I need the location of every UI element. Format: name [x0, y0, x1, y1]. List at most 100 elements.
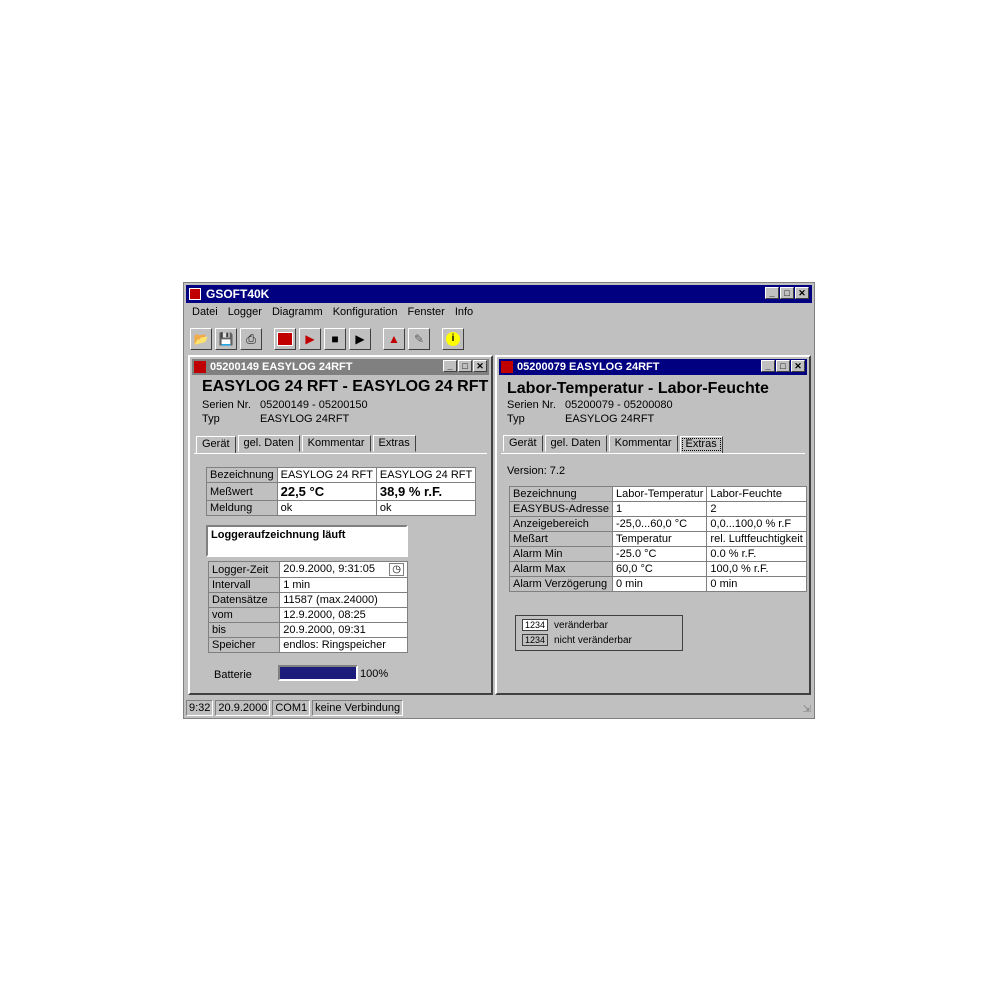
cell-value: Labor-Temperatur [611, 486, 708, 502]
tab-kommentar[interactable]: Kommentar [608, 435, 678, 452]
table-row: Alarm Min -25.0 °C 0.0 % r.F. [509, 546, 807, 562]
table-row: Meßwert 22,5 °C 38,9 % r.F. [206, 482, 477, 501]
cell-value: endlos: Ringspeicher [279, 637, 408, 653]
start-icon[interactable]: ▶ [299, 328, 321, 350]
cell-value[interactable]: 0 min [611, 576, 708, 592]
cell-value: 20.9.2000, 09:31 [279, 622, 408, 638]
cell-value: 22,5 °C [276, 482, 377, 501]
stop-icon[interactable]: ■ [324, 328, 346, 350]
chart-icon[interactable]: ▲ [383, 328, 405, 350]
cell-label: Alarm Verzögerung [509, 576, 613, 592]
cell-value[interactable]: 100,0 % r.F. [706, 561, 807, 577]
close-icon[interactable]: ✕ [795, 287, 809, 299]
tab-extras[interactable]: Extras [372, 435, 416, 452]
tab-extras[interactable]: Extras [679, 436, 723, 453]
cell-value[interactable]: 0.0 % r.F. [706, 546, 807, 562]
menu-konfiguration[interactable]: Konfiguration [333, 305, 398, 321]
minimize-icon[interactable]: _ [443, 360, 457, 372]
status-bar: 9:32 20.9.2000 COM1 keine Verbindung [186, 700, 404, 716]
resize-grip-icon[interactable]: ⇲ [803, 704, 811, 715]
minimize-icon[interactable]: _ [761, 360, 775, 372]
maximize-icon[interactable]: □ [776, 360, 790, 372]
tab-geraet[interactable]: Gerät [196, 436, 236, 453]
close-icon[interactable]: ✕ [791, 360, 805, 372]
legend-badge-readonly: 1234 [522, 634, 549, 646]
type-value: EASYLOG 24RFT [260, 413, 350, 425]
cell-value[interactable]: 2 [706, 501, 807, 517]
play-icon[interactable]: ▶ [349, 328, 371, 350]
cell-value[interactable]: -25.0 °C [611, 546, 708, 562]
cell-value[interactable]: 0 min [706, 576, 807, 592]
serial-value: 05200149 - 05200150 [260, 399, 368, 411]
table-row: Speicher endlos: Ringspeicher [207, 637, 408, 653]
table-row: Bezeichnung EASYLOG 24 RFT EASYLOG 24 RF… [206, 467, 477, 483]
cell-label: Meßwert [206, 482, 278, 501]
maximize-icon[interactable]: □ [458, 360, 472, 372]
table-row: EASYBUS-Adresse 1 2 [509, 501, 807, 517]
cell-label: vom [207, 607, 281, 623]
battery-label: Batterie [214, 669, 252, 681]
info-icon[interactable]: i [442, 328, 464, 350]
right-tabs: Gerät gel. Daten Kommentar Extras [503, 435, 725, 453]
maximize-icon[interactable]: □ [780, 287, 794, 299]
logger-status-text: Loggeraufzeichnung läuft [211, 529, 346, 541]
right-window-title: 05200079 EASYLOG 24RFT [517, 361, 660, 373]
save-icon[interactable]: 💾 [215, 328, 237, 350]
logger-icon [194, 361, 206, 373]
open-icon[interactable]: 📂 [190, 328, 212, 350]
legend-item: 1234 nicht veränderbar [522, 634, 632, 646]
cell-value: Temperatur [611, 531, 708, 547]
battery-bar [278, 665, 358, 681]
table-row: vom 12.9.2000, 08:25 [207, 607, 408, 623]
serial-label: Serien Nr. [507, 399, 556, 411]
battery-fill [280, 667, 356, 679]
cell-value: ok [375, 500, 477, 516]
cell-value: 12.9.2000, 08:25 [279, 607, 408, 623]
battery-value: 100% [360, 668, 389, 680]
cell-label: Meldung [206, 500, 278, 516]
tab-gel-daten[interactable]: gel. Daten [237, 435, 300, 452]
app-titlebar: GSOFT40K _ □ ✕ [186, 285, 812, 303]
app-window-buttons: _ □ ✕ [765, 287, 809, 299]
cell-label: EASYBUS-Adresse [509, 501, 613, 517]
menu-logger[interactable]: Logger [228, 305, 262, 321]
menu-diagramm[interactable]: Diagramm [272, 305, 323, 321]
status-connection: keine Verbindung [312, 700, 404, 716]
app-title: GSOFT40K [206, 287, 270, 301]
legend-text: nicht veränderbar [554, 634, 632, 646]
legend-box: 1234 veränderbar 1234 nicht veränderbar [515, 615, 683, 651]
app-icon [189, 288, 201, 300]
clock-icon[interactable]: ◷ [389, 563, 404, 576]
menu-fenster[interactable]: Fenster [408, 305, 445, 321]
cell-value: rel. Luftfeuchtigkeit [706, 531, 807, 547]
tab-geraet[interactable]: Gerät [503, 435, 543, 452]
status-port: COM1 [272, 700, 311, 716]
left-heading: EASYLOG 24 RFT - EASYLOG 24 RFT [202, 378, 489, 395]
logger-read-icon[interactable] [274, 328, 296, 350]
type-label: Typ [202, 413, 220, 425]
table-row: Datensätze 11587 (max.24000) [207, 592, 408, 608]
table-row: Alarm Max 60,0 °C 100,0 % r.F. [509, 561, 807, 577]
menu-bar: Datei Logger Diagramm Konfiguration Fens… [192, 305, 473, 321]
cell-value: -25,0...60,0 °C [611, 516, 708, 532]
tab-gel-daten[interactable]: gel. Daten [544, 435, 607, 452]
cell-value[interactable]: 1 [611, 501, 708, 517]
left-window-title: 05200149 EASYLOG 24RFT [210, 361, 353, 373]
right-window-titlebar: 05200079 EASYLOG 24RFT _ □ ✕ [499, 359, 807, 375]
tab-kommentar[interactable]: Kommentar [301, 435, 371, 452]
cell-value[interactable]: 60,0 °C [611, 561, 708, 577]
legend-item: 1234 veränderbar [522, 619, 608, 631]
edit-icon[interactable]: ✎ [408, 328, 430, 350]
menu-info[interactable]: Info [455, 305, 473, 321]
print-icon[interactable]: ⎙ [240, 328, 262, 350]
close-icon[interactable]: ✕ [473, 360, 487, 372]
table-row: bis 20.9.2000, 09:31 [207, 622, 408, 638]
type-label: Typ [507, 413, 525, 425]
cell-label: Intervall [207, 577, 281, 593]
cell-label: Speicher [207, 637, 281, 653]
menu-datei[interactable]: Datei [192, 305, 218, 321]
minimize-icon[interactable]: _ [765, 287, 779, 299]
logger-icon [501, 361, 513, 373]
cell-value: 20.9.2000, 9:31:05 ◷ [279, 561, 408, 578]
version-text: Version: 7.2 [507, 465, 566, 477]
